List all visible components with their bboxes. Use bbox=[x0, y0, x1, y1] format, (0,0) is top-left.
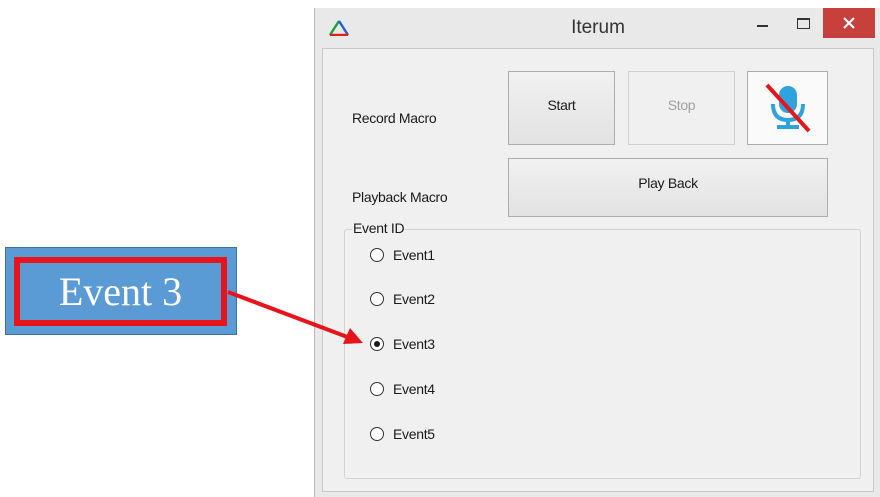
iterum-window: Iterum Record Macro Start Stop Playback … bbox=[314, 8, 880, 497]
radio-circle[interactable] bbox=[370, 427, 384, 441]
close-icon bbox=[843, 17, 855, 29]
event2-label: Event2 bbox=[393, 291, 435, 307]
annotation-callout-label: Event 3 bbox=[14, 257, 227, 326]
event1-label: Event1 bbox=[393, 247, 435, 263]
microphone-toggle-button[interactable] bbox=[747, 71, 828, 145]
event-id-caption: Event ID bbox=[352, 220, 406, 236]
close-button[interactable] bbox=[823, 8, 875, 38]
event4-label: Event4 bbox=[393, 381, 435, 397]
radio-circle[interactable] bbox=[370, 248, 384, 262]
stop-button[interactable]: Stop bbox=[628, 71, 735, 145]
radio-circle-selected[interactable] bbox=[370, 337, 384, 351]
minimize-icon bbox=[756, 25, 768, 27]
play-back-button[interactable]: Play Back bbox=[508, 158, 828, 217]
maximize-button[interactable] bbox=[783, 8, 823, 38]
screenshot-stage: Iterum Record Macro Start Stop Playback … bbox=[0, 0, 880, 497]
event2-radio[interactable]: Event2 bbox=[370, 289, 435, 309]
record-macro-label: Record Macro bbox=[352, 110, 437, 126]
event3-label: Event3 bbox=[393, 336, 435, 352]
event5-label: Event5 bbox=[393, 426, 435, 442]
minimize-button[interactable] bbox=[741, 8, 783, 38]
microphone-muted-icon bbox=[765, 83, 810, 133]
start-button[interactable]: Start bbox=[508, 71, 615, 145]
radio-selected-dot bbox=[374, 341, 380, 347]
window-client-area: Record Macro Start Stop Playback Macro P… bbox=[322, 48, 874, 492]
app-logo-icon bbox=[329, 20, 349, 36]
title-bar[interactable]: Iterum bbox=[315, 8, 880, 48]
radio-circle[interactable] bbox=[370, 382, 384, 396]
radio-circle[interactable] bbox=[370, 292, 384, 306]
event4-radio[interactable]: Event4 bbox=[370, 379, 435, 399]
event5-radio[interactable]: Event5 bbox=[370, 424, 435, 444]
event3-radio[interactable]: Event3 bbox=[370, 334, 435, 354]
event1-radio[interactable]: Event1 bbox=[370, 245, 435, 265]
playback-macro-label: Playback Macro bbox=[352, 189, 448, 205]
maximize-icon bbox=[796, 17, 810, 29]
